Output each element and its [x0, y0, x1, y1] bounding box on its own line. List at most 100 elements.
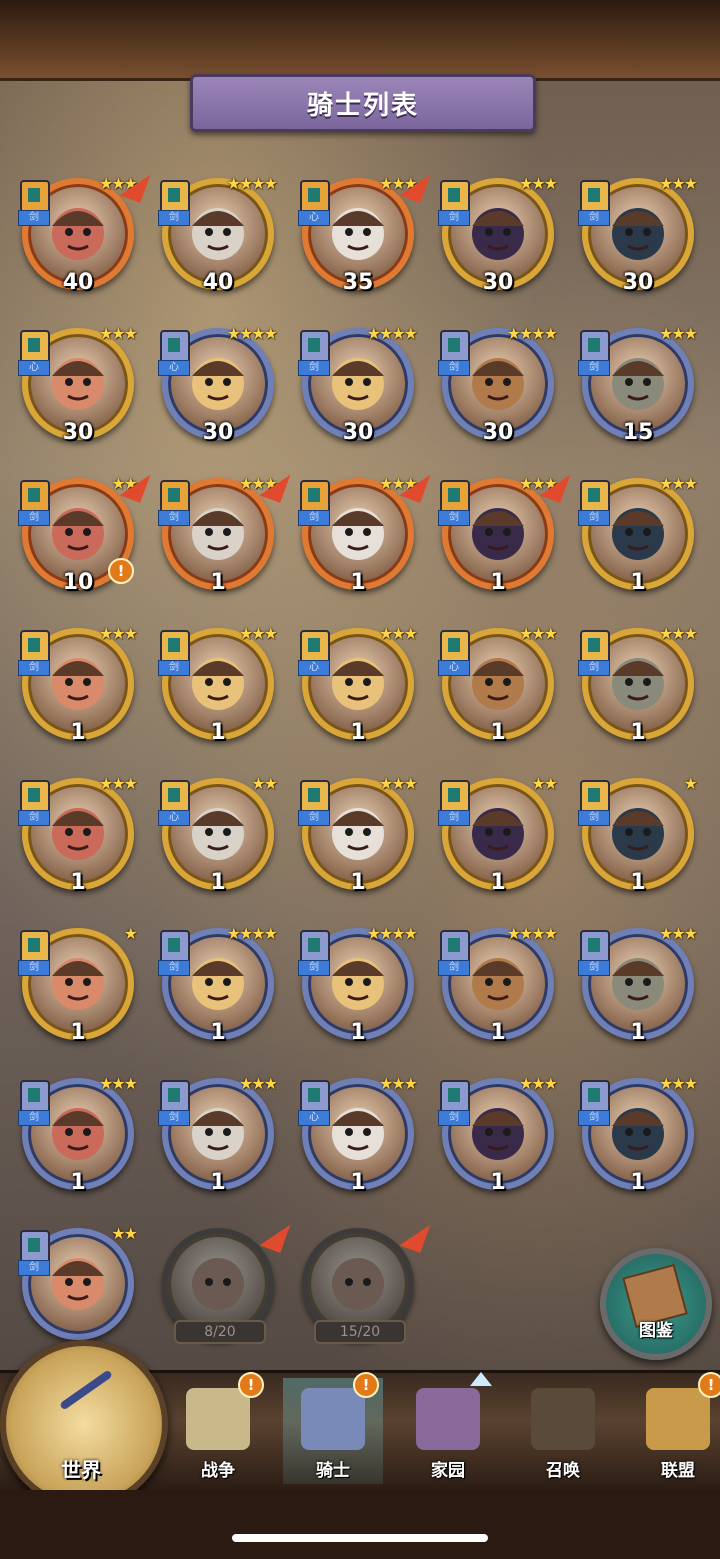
weapon-type-icon: 剑 [438, 960, 470, 976]
knight-card[interactable]: 心 ★★ 1 [154, 770, 282, 900]
locked-knight-card[interactable]: 15/20 [294, 1217, 431, 1350]
knight-card[interactable]: 剑 ★★★ 1 [574, 620, 702, 750]
treasure-icon [646, 1388, 710, 1450]
world-compass-button[interactable]: 世界 [0, 1340, 168, 1508]
knight-card[interactable]: 剑 ★★★ 1 [14, 770, 142, 900]
nav-tab-1[interactable]: 骑士! [283, 1372, 383, 1484]
knight-portrait [462, 1096, 534, 1168]
star-rating: ★★★ [98, 624, 138, 643]
star-rating: ★★ [111, 1224, 138, 1243]
knight-level: 1 [630, 570, 646, 595]
weapon-type-icon: 剑 [18, 660, 50, 676]
nav-tab-label: 联盟 [661, 1461, 695, 1481]
knight-card[interactable]: 剑 ★★ [14, 1220, 142, 1350]
knight-card[interactable]: 剑 ★★ 1 [434, 770, 562, 900]
weapon-type-icon: 剑 [158, 210, 190, 226]
knight-card[interactable]: 心 ★★★★ 30 [154, 320, 282, 450]
knight-card[interactable]: 剑 ★★★ 1 [14, 620, 142, 750]
class-icon [20, 180, 50, 214]
knight-card[interactable]: 剑 ★★★ 30 [574, 170, 702, 300]
knight-card[interactable]: 心 ★★★ 1 [434, 620, 562, 750]
alert-icon: ! [238, 1372, 264, 1398]
class-icon [20, 330, 50, 364]
knight-card[interactable]: 剑 ★★★ 1 [434, 467, 571, 600]
nav-tab-0[interactable]: 战争! [168, 1372, 268, 1484]
weapon-type-icon: 剑 [578, 810, 610, 826]
class-icon-glyph [308, 338, 320, 352]
class-icon-glyph [448, 938, 460, 952]
class-icon-glyph [168, 338, 180, 352]
weapon-type-icon: 剑 [158, 960, 190, 976]
nav-tab-label: 召唤 [546, 1461, 580, 1481]
knight-level: 1 [490, 1020, 506, 1045]
class-icon-glyph [448, 638, 460, 652]
class-icon [300, 630, 330, 664]
star-rating: ★★★ [98, 324, 138, 343]
knight-card[interactable]: 剑 ★ 1 [574, 770, 702, 900]
knight-card[interactable]: 剑 ★★★ 1 [154, 620, 282, 750]
knight-level: 1 [350, 570, 366, 595]
knight-card[interactable]: 剑 ★★★ 40 [14, 167, 151, 300]
class-icon-glyph [448, 188, 460, 202]
train-icon [531, 1388, 595, 1450]
nav-tab-label: 家园 [431, 1461, 465, 1481]
knight-card[interactable]: 剑 ★★ 10! [14, 467, 151, 600]
class-icon [580, 630, 610, 664]
weapon-type-icon: 剑 [18, 1110, 50, 1126]
knight-card[interactable]: 心 ★★★ 30 [14, 320, 142, 450]
knight-card[interactable]: 剑 ★★★ 1 [14, 1070, 142, 1200]
locked-knight-card[interactable]: 8/20 [154, 1217, 291, 1350]
home-indicator[interactable] [232, 1534, 488, 1542]
star-rating: ★★★ [658, 624, 698, 643]
knight-level: 1 [70, 1020, 86, 1045]
knight-card[interactable]: 剑 ★★★ 30 [434, 170, 562, 300]
knight-level: 1 [490, 1170, 506, 1195]
knight-card[interactable]: 剑 ★★★ 1 [434, 1070, 562, 1200]
knight-card[interactable]: 剑 ★★★★ 40 [154, 170, 282, 300]
upgrade-ribbon-icon [539, 467, 571, 503]
class-icon [300, 1080, 330, 1114]
knight-level: 1 [350, 720, 366, 745]
knight-card[interactable]: 剑 ★ 1 [14, 920, 142, 1050]
weapon-type-icon: 剑 [438, 1110, 470, 1126]
shard-progress: 15/20 [314, 1320, 406, 1344]
knight-card[interactable]: 剑 ★★★★ 1 [434, 920, 562, 1050]
knight-level: 1 [350, 1170, 366, 1195]
class-icon [440, 480, 470, 514]
knight-card[interactable]: 剑 ★★★ 1 [574, 1070, 702, 1200]
knight-card[interactable]: 剑 ★★★★ 1 [154, 920, 282, 1050]
knight-card[interactable]: 剑 ★★★ 1 [154, 1070, 282, 1200]
nav-tab-3[interactable]: 召唤 [513, 1378, 613, 1484]
nav-tab-2[interactable]: 家园 [398, 1378, 498, 1484]
knight-card[interactable]: 剑 ★★★ 1 [154, 467, 291, 600]
knight-card[interactable]: 剑 ★★★ 1 [294, 467, 431, 600]
class-icon [160, 780, 190, 814]
knight-card[interactable]: 剑 ★★★★ 30 [434, 320, 562, 450]
upgrade-ribbon-icon [399, 467, 431, 503]
knight-card[interactable]: 剑 ★★★★ 30 [294, 320, 422, 450]
weapon-type-icon: 剑 [578, 660, 610, 676]
knight-portrait [42, 346, 114, 418]
star-rating: ★★★ [658, 324, 698, 343]
class-icon [20, 1230, 50, 1264]
knight-card[interactable]: 心 ★★★ 1 [294, 1070, 422, 1200]
class-icon [300, 330, 330, 364]
collection-button[interactable]: 图鉴 [600, 1248, 712, 1360]
knight-card[interactable]: 心 ★★★ 35 [294, 167, 431, 300]
knight-portrait [182, 196, 254, 268]
weapon-type-icon: 剑 [578, 210, 610, 226]
knight-card[interactable]: 剑 ★★★ 1 [574, 920, 702, 1050]
knight-card[interactable]: 剑 ★★★ 15 [574, 320, 702, 450]
class-icon-glyph [28, 188, 40, 202]
nav-tab-4[interactable]: 联盟! [628, 1372, 720, 1484]
knight-card[interactable]: 剑 ★★★ 1 [574, 470, 702, 600]
knight-card[interactable]: 剑 ★★★★ 1 [294, 920, 422, 1050]
class-icon [20, 780, 50, 814]
knight-card[interactable]: 剑 ★★★ 1 [294, 770, 422, 900]
knight-level: 1 [210, 870, 226, 895]
knight-portrait [462, 346, 534, 418]
class-icon [440, 630, 470, 664]
knight-card[interactable]: 心 ★★★ 1 [294, 620, 422, 750]
knight-level: 1 [70, 1170, 86, 1195]
weapon-type-icon: 心 [18, 360, 50, 376]
